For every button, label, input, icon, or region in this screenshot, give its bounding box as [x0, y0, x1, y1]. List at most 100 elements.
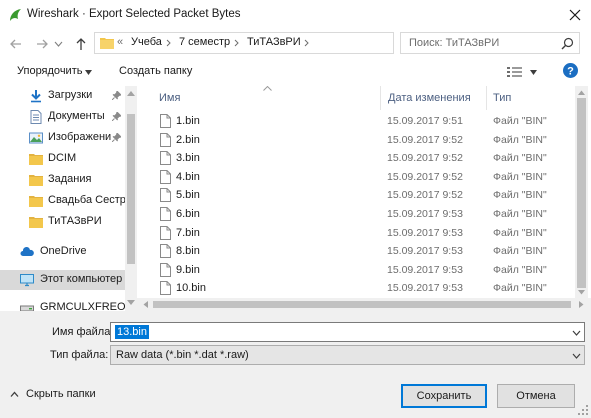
file-date: 15.09.2017 9:51 — [387, 115, 463, 127]
nav-item-this-pc[interactable]: Этот компьютер — [0, 270, 125, 290]
forward-arrow-icon[interactable] — [35, 37, 49, 51]
file-row[interactable]: 9.bin 15.09.2017 9:53 Файл "BIN" — [153, 261, 573, 279]
file-row[interactable]: 8.bin 15.09.2017 9:53 Файл "BIN" — [153, 242, 573, 260]
scroll-down-icon[interactable] — [578, 289, 585, 296]
pin-icon — [112, 112, 121, 121]
chevron-up-icon[interactable] — [10, 390, 19, 399]
horizontal-scrollbar-thumb[interactable] — [153, 301, 571, 308]
file-name: 7.bin — [176, 226, 200, 239]
file-type: Файл "BIN" — [493, 282, 547, 295]
new-folder-button[interactable]: Создать папку — [119, 65, 192, 77]
file-type: Файл "BIN" — [493, 208, 547, 220]
nav-item-zadaniya[interactable]: Задания — [0, 170, 125, 190]
file-row[interactable]: 7.bin 15.09.2017 9:53 Файл "BIN" — [153, 224, 573, 242]
file-list-vertical-scrollbar[interactable] — [575, 86, 588, 298]
nav-item-wedding[interactable]: Свадьба Сестре — [0, 191, 132, 211]
scroll-up-icon[interactable] — [127, 90, 135, 96]
breadcrumb-item[interactable]: ТиТАЗвРИ — [247, 36, 301, 48]
file-type: Файл "BIN" — [493, 115, 547, 127]
nav-item-downloads[interactable]: Загрузки — [0, 86, 125, 106]
breadcrumb-item[interactable]: 7 семестр — [179, 36, 230, 48]
file-row[interactable]: 6.bin 15.09.2017 9:53 Файл "BIN" — [153, 205, 573, 223]
file-name: 3.bin — [176, 152, 200, 165]
file-name: 5.bin — [176, 189, 200, 202]
file-list-horizontal-scrollbar[interactable] — [137, 298, 591, 311]
filename-label: Имя файла: — [52, 326, 114, 338]
back-arrow-icon[interactable] — [9, 37, 23, 51]
download-icon — [31, 90, 41, 103]
navigation-pane: Загрузки Документы Изображени DCIM Задан… — [0, 86, 137, 311]
scroll-down-icon[interactable] — [127, 300, 135, 306]
close-icon[interactable] — [566, 6, 584, 24]
file-type: Файл "BIN" — [493, 133, 547, 146]
nav-item-documents[interactable]: Документы — [0, 107, 125, 127]
chevron-right-icon[interactable] — [165, 38, 173, 48]
nav-scrollbar-thumb[interactable] — [127, 114, 135, 264]
folder-icon — [29, 175, 43, 186]
recent-dropdown-icon[interactable] — [54, 37, 63, 51]
search-placeholder: Поиск: ТиТАЗвРИ — [409, 37, 500, 49]
file-date: 15.09.2017 9:53 — [387, 263, 463, 276]
file-row[interactable]: 2.bin 15.09.2017 9:52 Файл "BIN" — [153, 131, 573, 149]
scroll-left-icon[interactable] — [142, 301, 149, 308]
organize-button[interactable]: Упорядочить — [17, 65, 82, 77]
nav-item-onedrive[interactable]: OneDrive — [0, 242, 125, 262]
chevron-down-icon[interactable] — [572, 330, 581, 336]
hide-folders-label[interactable]: Скрыть папки — [26, 388, 96, 400]
cancel-button[interactable]: Отмена — [497, 384, 575, 408]
file-icon — [160, 262, 171, 277]
file-icon — [160, 169, 171, 184]
file-type: Файл "BIN" — [493, 152, 547, 165]
file-icon — [160, 132, 171, 147]
file-date: 15.09.2017 9:53 — [387, 226, 463, 239]
filetype-value: Raw data (*.bin *.dat *.raw) — [116, 349, 249, 361]
caret-down-icon[interactable] — [530, 70, 537, 75]
file-row[interactable]: 10.bin 15.09.2017 9:53 Файл "BIN" — [153, 279, 573, 297]
breadcrumb-item[interactable]: Учеба — [131, 36, 162, 48]
breadcrumb-overflow[interactable]: « — [117, 36, 123, 48]
column-divider[interactable] — [380, 86, 381, 110]
folder-icon — [100, 38, 114, 49]
filename-value[interactable]: 13.bin — [115, 325, 149, 339]
file-name: 9.bin — [176, 263, 200, 276]
column-header-name[interactable]: Имя — [159, 92, 180, 104]
up-arrow-icon[interactable] — [74, 37, 88, 51]
file-row[interactable]: 5.bin 15.09.2017 9:52 Файл "BIN" — [153, 186, 573, 204]
column-divider[interactable] — [486, 86, 487, 110]
vertical-scrollbar-thumb[interactable] — [577, 98, 586, 288]
address-bar[interactable]: « Учеба 7 семестр ТиТАЗвРИ — [94, 32, 483, 54]
file-icon — [160, 207, 171, 221]
nav-item-label: Загрузки — [48, 89, 93, 101]
column-header-date[interactable]: Дата изменения — [388, 92, 471, 104]
file-row[interactable]: 3.bin 15.09.2017 9:52 Файл "BIN" — [153, 149, 573, 167]
scroll-up-icon[interactable] — [578, 89, 585, 96]
chevron-down-icon[interactable] — [572, 353, 581, 359]
column-header-type[interactable]: Тип — [493, 92, 511, 104]
nav-item-label: DCIM — [48, 152, 77, 164]
chevron-right-icon[interactable] — [303, 38, 311, 48]
file-name: 10.bin — [176, 282, 206, 295]
filename-field[interactable]: 13.bin — [110, 322, 585, 342]
pictures-icon — [29, 132, 43, 144]
file-type: Файл "BIN" — [493, 226, 547, 239]
chevron-right-icon[interactable] — [233, 38, 241, 48]
file-row[interactable]: 4.bin 15.09.2017 9:52 Файл "BIN" — [153, 168, 573, 186]
file-date: 15.09.2017 9:53 — [387, 282, 463, 295]
nav-item-pictures[interactable]: Изображени — [0, 128, 125, 148]
view-options-icon[interactable] — [507, 66, 523, 78]
filetype-select[interactable]: Raw data (*.bin *.dat *.raw) — [110, 345, 585, 365]
scroll-right-icon[interactable] — [578, 301, 585, 308]
nav-item-titazvri[interactable]: ТиТАЗвРИ — [0, 212, 125, 232]
search-input[interactable]: Поиск: ТиТАЗвРИ — [400, 32, 580, 54]
resize-grip-icon[interactable] — [578, 405, 589, 416]
help-icon[interactable]: ? — [563, 63, 578, 78]
pin-icon — [112, 91, 121, 100]
save-button[interactable]: Сохранить — [401, 384, 487, 408]
caret-down-icon[interactable] — [85, 70, 92, 75]
computer-icon — [20, 274, 34, 287]
nav-item-drive[interactable]: GRMCULXFREO_R — [0, 298, 137, 311]
search-icon[interactable] — [561, 37, 574, 50]
file-row[interactable]: 1.bin 15.09.2017 9:51 Файл "BIN" — [153, 112, 573, 130]
nav-item-dcim[interactable]: DCIM — [0, 149, 125, 169]
nav-scrollbar[interactable] — [125, 86, 137, 311]
